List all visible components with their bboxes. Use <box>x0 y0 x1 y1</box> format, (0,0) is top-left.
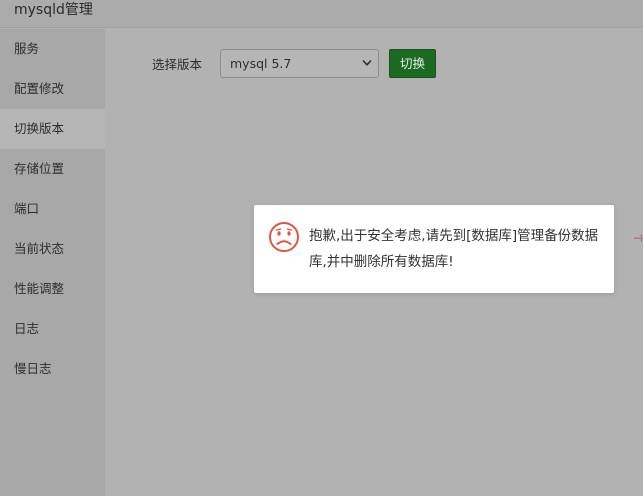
sidebar-item-port[interactable]: 端口 <box>0 189 105 229</box>
error-toast: 抱歉,出于安全考虑,请先到[数据库]管理备份数据库,并中删除所有数据库! <box>254 205 614 293</box>
window-title: mysqld管理 <box>14 2 93 18</box>
sidebar-item-performance[interactable]: 性能调整 <box>0 269 105 309</box>
sidebar-item-storage[interactable]: 存储位置 <box>0 149 105 189</box>
sidebar-item-log[interactable]: 日志 <box>0 309 105 349</box>
mysqld-manager-window: mysqld管理 服务 配置修改 切换版本 存储位置 端口 当前状态 性能调整 … <box>0 0 643 496</box>
switch-button[interactable]: 切换 <box>389 49 436 78</box>
title-bar: mysqld管理 <box>0 0 643 28</box>
version-select-value: mysql 5.7 <box>230 56 292 71</box>
chevron-down-icon <box>362 60 372 66</box>
version-select[interactable]: mysql 5.7 <box>220 49 379 78</box>
toast-message: 抱歉,出于安全考虑,请先到[数据库]管理备份数据库,并中删除所有数据库! <box>309 228 599 270</box>
sidebar-item-status[interactable]: 当前状态 <box>0 229 105 269</box>
sidebar-item-config[interactable]: 配置修改 <box>0 69 105 109</box>
sidebar-item-service[interactable]: 服务 <box>0 29 105 69</box>
version-label: 选择版本 <box>152 57 203 72</box>
sidebar-item-switch-version[interactable]: 切换版本 <box>0 109 105 149</box>
sad-face-icon <box>269 222 299 252</box>
edge-mark-icon: ⊣ <box>633 232 643 245</box>
sidebar: 服务 配置修改 切换版本 存储位置 端口 当前状态 性能调整 日志 慢日志 <box>0 29 105 496</box>
sidebar-item-slow-log[interactable]: 慢日志 <box>0 349 105 389</box>
